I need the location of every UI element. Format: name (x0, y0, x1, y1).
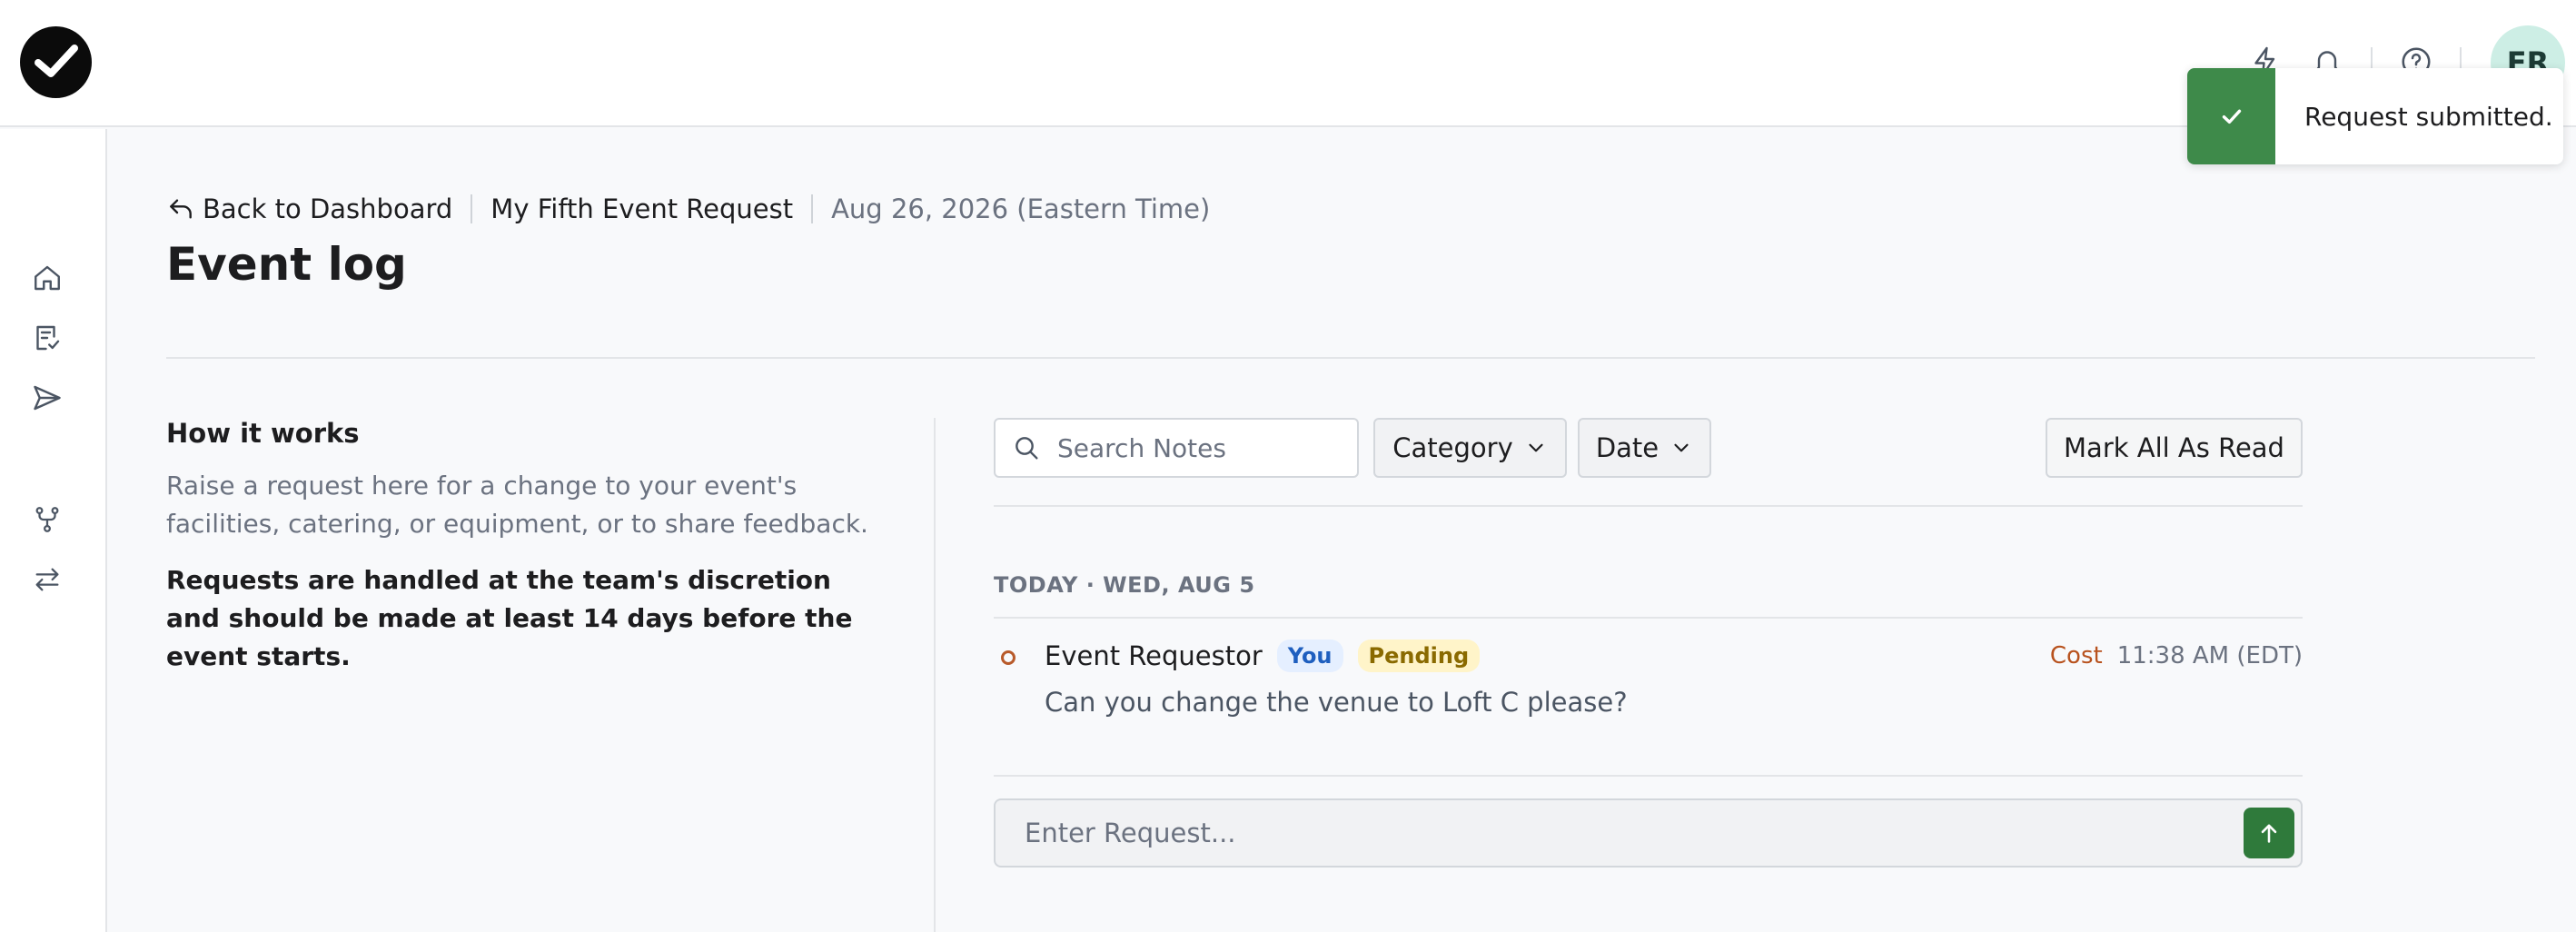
how-it-works-note: Requests are handled at the team's discr… (166, 565, 853, 671)
toast-icon-box (2187, 68, 2275, 164)
filter-divider (994, 505, 2303, 507)
unread-indicator (1001, 650, 1016, 665)
chevron-down-icon (1674, 443, 1689, 452)
how-it-works-panel: How it works Raise a request here for a … (166, 418, 893, 676)
success-toast: Request submitted. (2187, 68, 2563, 164)
search-icon (1016, 437, 1038, 460)
event-date: Aug 26, 2026 (Eastern Time) (831, 193, 1211, 224)
request-input[interactable] (1025, 811, 2205, 855)
entry-category: Cost (2049, 642, 2103, 669)
header-divider (166, 357, 2535, 359)
entry-divider (994, 775, 2303, 777)
category-dropdown[interactable]: Category (1373, 418, 1567, 478)
send-icon[interactable] (27, 378, 67, 418)
checkmark-logo[interactable] (20, 26, 92, 98)
date-dropdown-label: Date (1595, 432, 1660, 463)
request-name: My Fifth Event Request (490, 193, 794, 224)
breadcrumb-separator (471, 194, 473, 223)
entry-time: 11:38 AM (EDT) (2116, 642, 2303, 669)
page-title: Event log (166, 238, 407, 291)
day-divider (994, 617, 2303, 619)
sidebar (0, 129, 107, 932)
back-arrow-icon (170, 199, 192, 219)
day-group-label: TODAY · WED, AUG 5 (994, 572, 1255, 598)
category-dropdown-label: Category (1392, 432, 1513, 463)
search-input[interactable] (1057, 432, 1348, 463)
date-dropdown[interactable]: Date (1578, 418, 1711, 478)
log-entry[interactable]: Event Requestor You Pending Cost 11:38 A… (994, 636, 2303, 763)
entry-header: Event Requestor You Pending (1045, 636, 1481, 676)
you-badge: You (1276, 640, 1343, 672)
mark-all-as-read-button[interactable]: Mark All As Read (2046, 418, 2303, 478)
entry-author: Event Requestor (1045, 640, 1263, 671)
entry-meta: Cost 11:38 AM (EDT) (2050, 636, 2303, 676)
arrow-up-icon (2261, 824, 2277, 843)
breadcrumb-separator (811, 194, 814, 223)
checklist-icon[interactable] (27, 318, 67, 358)
column-divider (934, 418, 936, 932)
how-it-works-heading: How it works (166, 418, 360, 449)
how-it-works-description: Raise a request here for a change to you… (166, 471, 868, 539)
entry-message: Can you change the venue to Loft C pleas… (1045, 687, 1628, 718)
breadcrumb: Back to Dashboard My Fifth Event Request… (166, 189, 1210, 229)
request-composer (994, 798, 2303, 868)
chevron-down-icon (1529, 443, 1543, 452)
send-request-button[interactable] (2244, 808, 2294, 858)
home-icon[interactable] (27, 258, 67, 298)
toast-message: Request submitted. (2304, 101, 2553, 132)
swap-icon[interactable] (27, 560, 67, 600)
branch-icon[interactable] (27, 500, 67, 540)
status-badge: Pending (1357, 640, 1481, 672)
back-to-dashboard-link[interactable]: Back to Dashboard (166, 193, 452, 224)
search-notes-field[interactable] (994, 418, 1359, 478)
back-link-label: Back to Dashboard (203, 193, 453, 224)
check-icon (2222, 109, 2241, 124)
